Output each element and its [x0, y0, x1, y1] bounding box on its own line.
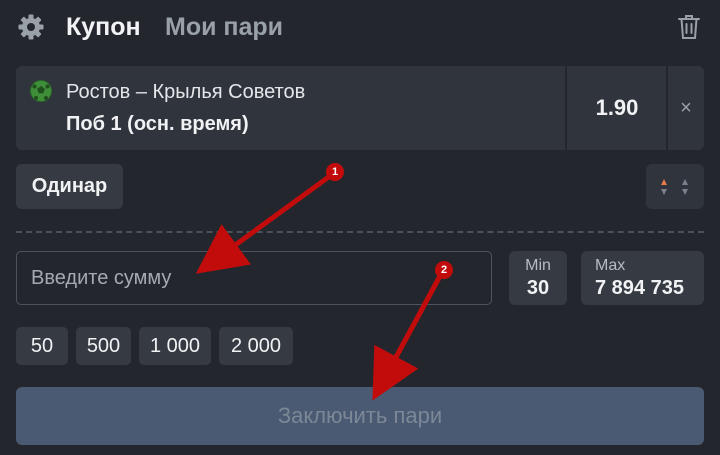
tab-my-bets[interactable]: Мои пари	[165, 12, 283, 42]
close-icon[interactable]: ×	[668, 66, 704, 150]
quick-amount-button[interactable]: 500	[76, 327, 131, 365]
quick-amount-button[interactable]: 1 000	[139, 327, 211, 365]
tab-coupon[interactable]: Купон	[66, 12, 141, 42]
bet-card: Ростов – Крылья Советов Поб 1 (осн. врем…	[16, 66, 704, 150]
football-ball-icon	[30, 80, 52, 102]
quick-amount-button[interactable]: 50	[16, 327, 68, 365]
sort-toggle-button[interactable]	[646, 164, 704, 209]
odds-value: 1.90	[595, 95, 639, 120]
separator	[16, 231, 704, 233]
divider	[565, 66, 567, 150]
sort-arrows-icon	[661, 179, 688, 195]
max-label: Max	[595, 257, 626, 274]
annotation-badge-2: 2	[435, 261, 453, 279]
match-name: Ростов – Крылья Советов	[66, 81, 306, 103]
min-value: 30	[526, 277, 550, 299]
bet-type-single-button[interactable]: Одинар	[16, 164, 123, 209]
amount-input[interactable]: Введите сумму	[16, 251, 492, 305]
place-bet-button[interactable]: Заключить пари	[16, 387, 704, 445]
min-stake-box: Min 30	[509, 251, 567, 305]
settings-gear-icon[interactable]	[17, 13, 45, 41]
max-stake-box[interactable]: Max 7 894 735	[581, 251, 704, 305]
annotation-arrow-1	[195, 173, 333, 274]
bet-market: Поб 1 (осн. время)	[66, 113, 249, 135]
trash-icon[interactable]	[678, 14, 700, 40]
quick-amount-button[interactable]: 2 000	[219, 327, 293, 365]
min-label: Min	[525, 257, 551, 274]
max-value: 7 894 735	[595, 277, 684, 299]
annotation-badge-1: 1	[326, 163, 344, 181]
